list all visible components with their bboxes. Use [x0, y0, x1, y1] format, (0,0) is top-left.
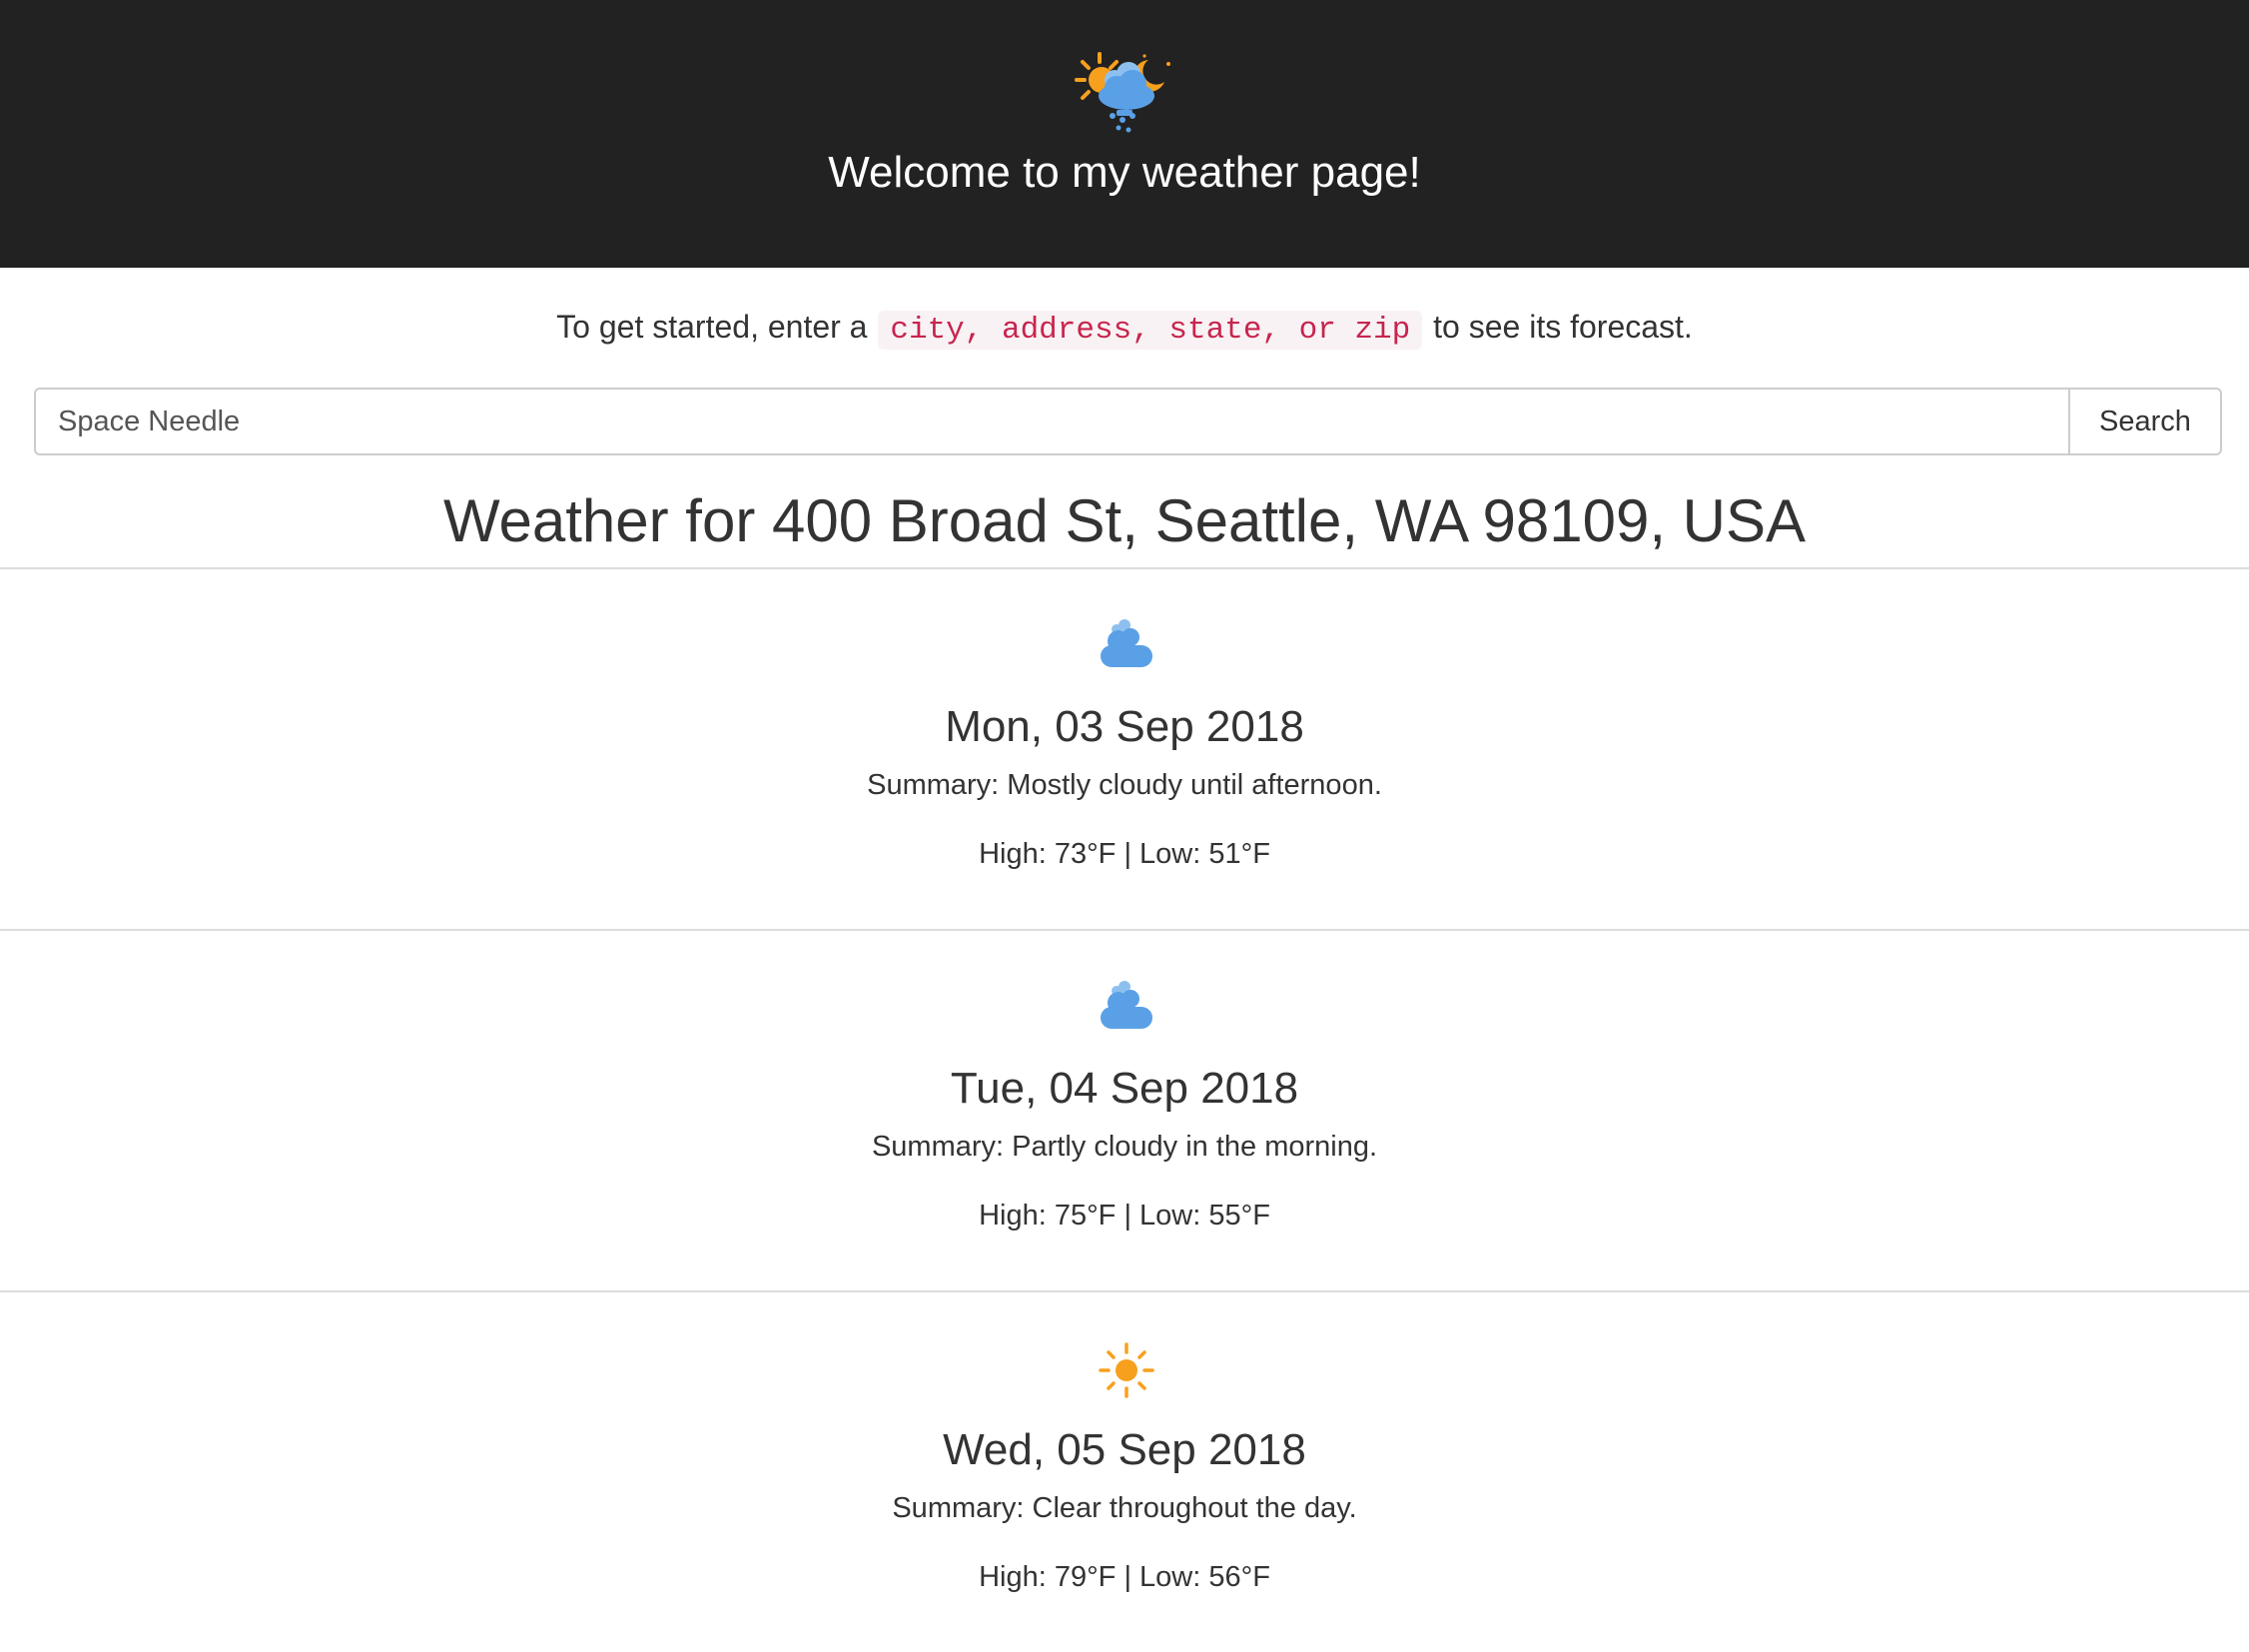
- search-button[interactable]: Search: [2068, 388, 2222, 455]
- welcome-heading: Welcome to my weather page!: [828, 148, 1421, 197]
- partly-cloudy-icon: [1101, 981, 1152, 1029]
- forecast-summary: Summary: Mostly cloudy until afternoon.: [867, 769, 1382, 801]
- location-title: Weather for 400 Broad St, Seattle, WA 98…: [442, 487, 1807, 554]
- forecast-date: Tue, 04 Sep 2018: [950, 1064, 1299, 1113]
- partly-cloudy-icon: [1101, 619, 1152, 667]
- forecast-card: Mon, 03 Sep 2018 Summary: Mostly cloudy …: [0, 567, 2249, 929]
- sun-cloud-moon-rain-icon: [1075, 52, 1170, 133]
- forecast-temps: High: 79°F | Low: 56°F: [979, 1561, 1270, 1593]
- forecast-date: Wed, 05 Sep 2018: [943, 1425, 1306, 1474]
- forecast-summary: Summary: Partly cloudy in the morning.: [871, 1131, 1378, 1163]
- forecast-card: Tue, 04 Sep 2018 Summary: Partly cloudy …: [0, 929, 2249, 1290]
- search-input[interactable]: [34, 388, 2069, 455]
- forecast-temps: High: 75°F | Low: 55°F: [979, 1200, 1270, 1232]
- forecast-temps: High: 73°F | Low: 51°F: [979, 838, 1270, 870]
- clear-day-icon: [1099, 1342, 1154, 1398]
- intro-text: To get started, enter a city, address, s…: [0, 302, 2249, 356]
- header-bar: Welcome to my weather page!: [0, 0, 2249, 268]
- forecast-date: Mon, 03 Sep 2018: [945, 702, 1304, 751]
- intro-after: to see its forecast.: [1433, 309, 1693, 345]
- forecast-summary: Summary: Clear throughout the day.: [892, 1492, 1357, 1524]
- forecast-card: Wed, 05 Sep 2018 Summary: Clear througho…: [0, 1290, 2249, 1652]
- intro-before: To get started, enter a: [556, 309, 868, 345]
- intro-code: city, address, state, or zip: [878, 311, 1423, 350]
